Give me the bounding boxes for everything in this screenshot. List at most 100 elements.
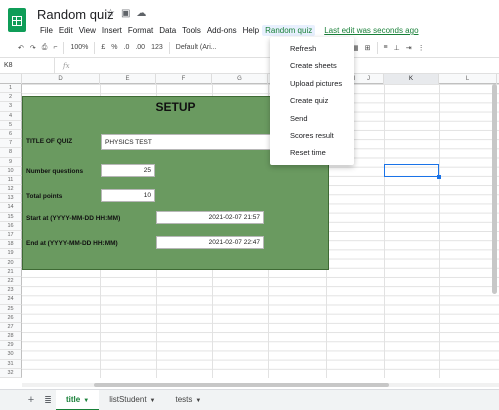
row-header[interactable]: 11 — [0, 175, 22, 186]
menu-random-quiz[interactable]: Random quiz — [262, 25, 316, 36]
row-header[interactable]: 4 — [0, 111, 22, 121]
toolbar-divider — [168, 41, 170, 54]
end-at-field[interactable]: 2021-02-07 22:47 — [156, 236, 264, 249]
row-header[interactable]: 2 — [0, 93, 22, 103]
column-header-g[interactable]: G — [212, 74, 268, 84]
horizontal-scroll-thumb[interactable] — [94, 383, 389, 387]
menu-tools[interactable]: Tools — [179, 25, 204, 36]
menu-addons[interactable]: Add-ons — [204, 25, 240, 36]
row-header[interactable]: 10 — [0, 166, 22, 176]
row-header[interactable]: 21 — [0, 267, 22, 277]
row-header[interactable]: 16 — [0, 221, 22, 231]
menu-format[interactable]: Format — [125, 25, 156, 36]
add-sheet-icon[interactable]: + — [22, 394, 40, 406]
row-header[interactable]: 8 — [0, 148, 22, 158]
row-header[interactable]: 6 — [0, 129, 22, 140]
menu-item-upload-pictures[interactable]: Upload pictures — [270, 75, 354, 92]
row-header[interactable]: 17 — [0, 231, 22, 241]
menu-insert[interactable]: Insert — [99, 25, 125, 36]
menu-file[interactable]: File — [37, 25, 56, 36]
menu-edit[interactable]: Edit — [56, 25, 76, 36]
row-header[interactable]: 12 — [0, 185, 22, 195]
row-header[interactable]: 24 — [0, 295, 22, 305]
horizontal-align-icon[interactable]: ≡ — [384, 44, 388, 51]
row-header[interactable]: 22 — [0, 276, 22, 287]
all-sheets-icon[interactable]: ≣ — [40, 395, 56, 406]
row-header[interactable]: 9 — [0, 157, 22, 167]
menu-item-create-sheets[interactable]: Create sheets — [270, 57, 354, 74]
selected-cell-k8[interactable] — [384, 164, 441, 179]
more-icon[interactable]: ⋮ — [418, 44, 425, 52]
menu-help[interactable]: Help — [240, 25, 262, 36]
row-header[interactable]: 30 — [0, 350, 22, 360]
undo-icon[interactable]: ↶ — [18, 44, 24, 52]
row-header[interactable]: 31 — [0, 359, 22, 369]
row-header[interactable]: 26 — [0, 313, 22, 323]
total-points-field[interactable]: 10 — [101, 189, 155, 202]
redo-icon[interactable]: ↷ — [30, 44, 36, 52]
toolbar-divider — [376, 41, 378, 54]
random-quiz-menu: Refresh Create sheets Upload pictures Cr… — [270, 37, 354, 165]
row-header[interactable]: 19 — [0, 249, 22, 259]
row-header[interactable]: 23 — [0, 286, 22, 296]
select-all-corner[interactable] — [0, 74, 22, 84]
menu-item-create-quiz[interactable]: Create quiz — [270, 92, 354, 109]
sheet-tab-liststudent[interactable]: listStudent ▼ — [99, 390, 165, 410]
menu-data[interactable]: Data — [156, 25, 179, 36]
percent-format-button[interactable]: % — [111, 44, 117, 51]
sheet-tab-tests[interactable]: tests ▼ — [166, 390, 212, 410]
menu-item-refresh[interactable]: Refresh — [270, 40, 354, 57]
row-header[interactable]: 15 — [0, 212, 22, 222]
row-header[interactable]: 27 — [0, 322, 22, 333]
vertical-scroll-thumb[interactable] — [492, 84, 497, 294]
total-points-label: Total points — [26, 193, 63, 200]
name-box[interactable]: K8 — [0, 58, 55, 73]
increase-decimal-button[interactable]: .00 — [135, 44, 145, 51]
last-edit-link[interactable]: Last edit was seconds ago — [321, 25, 421, 36]
column-header-f[interactable]: F — [156, 74, 212, 84]
more-formats-button[interactable]: 123 — [151, 44, 163, 51]
menu-item-scores-result[interactable]: Scores result — [270, 127, 354, 144]
row-header[interactable]: 28 — [0, 332, 22, 342]
menu-item-reset-time[interactable]: Reset time — [270, 144, 354, 161]
quiz-title-field[interactable]: PHYSICS TEST — [101, 134, 273, 150]
formula-bar: K8 fx — [0, 58, 499, 74]
move-folder-icon[interactable]: ▣ — [121, 8, 130, 19]
row-header[interactable]: 32 — [0, 368, 22, 378]
sheets-logo-icon[interactable] — [8, 8, 26, 32]
sheet-tab-title[interactable]: title ▼ — [56, 389, 100, 410]
row-header[interactable]: 5 — [0, 120, 22, 130]
row-header[interactable]: 29 — [0, 341, 22, 351]
row-header[interactable]: 13 — [0, 194, 22, 204]
num-questions-field[interactable]: 25 — [101, 164, 155, 177]
horizontal-scrollbar[interactable] — [22, 383, 499, 387]
merge-cells-icon[interactable]: ⊞ — [365, 44, 371, 52]
star-icon[interactable]: ☆ — [106, 8, 115, 19]
zoom-select[interactable]: 100% — [70, 44, 88, 51]
column-header-j[interactable]: J — [354, 74, 384, 84]
menu-view[interactable]: View — [76, 25, 99, 36]
text-wrap-icon[interactable]: ⇥ — [406, 44, 412, 52]
vertical-scrollbar[interactable] — [492, 84, 497, 378]
row-header[interactable]: 25 — [0, 304, 22, 314]
decrease-decimal-button[interactable]: .0 — [124, 44, 130, 51]
column-header-l[interactable]: L — [439, 74, 497, 84]
row-header[interactable]: 3 — [0, 102, 22, 112]
row-header[interactable]: 1 — [0, 84, 22, 94]
vertical-align-icon[interactable]: ⊥ — [394, 44, 400, 52]
column-header-k[interactable]: K — [384, 74, 439, 84]
font-family-select[interactable]: Default (Ari... — [176, 44, 217, 51]
document-title[interactable]: Random quiz — [37, 7, 114, 22]
print-icon[interactable]: ⎙ — [42, 44, 48, 52]
row-header[interactable]: 7 — [0, 139, 22, 149]
row-header[interactable]: 20 — [0, 258, 22, 268]
cloud-status-icon[interactable]: ☁ — [136, 8, 146, 19]
currency-format-button[interactable]: £ — [101, 44, 105, 51]
menu-item-send[interactable]: Send — [270, 110, 354, 127]
start-at-field[interactable]: 2021-02-07 21:57 — [156, 211, 264, 224]
column-header-e[interactable]: E — [100, 74, 156, 84]
row-header[interactable]: 14 — [0, 203, 22, 213]
paint-format-icon[interactable]: ⌐ — [53, 44, 57, 51]
column-header-d[interactable]: D — [22, 74, 100, 84]
row-header[interactable]: 18 — [0, 240, 22, 250]
